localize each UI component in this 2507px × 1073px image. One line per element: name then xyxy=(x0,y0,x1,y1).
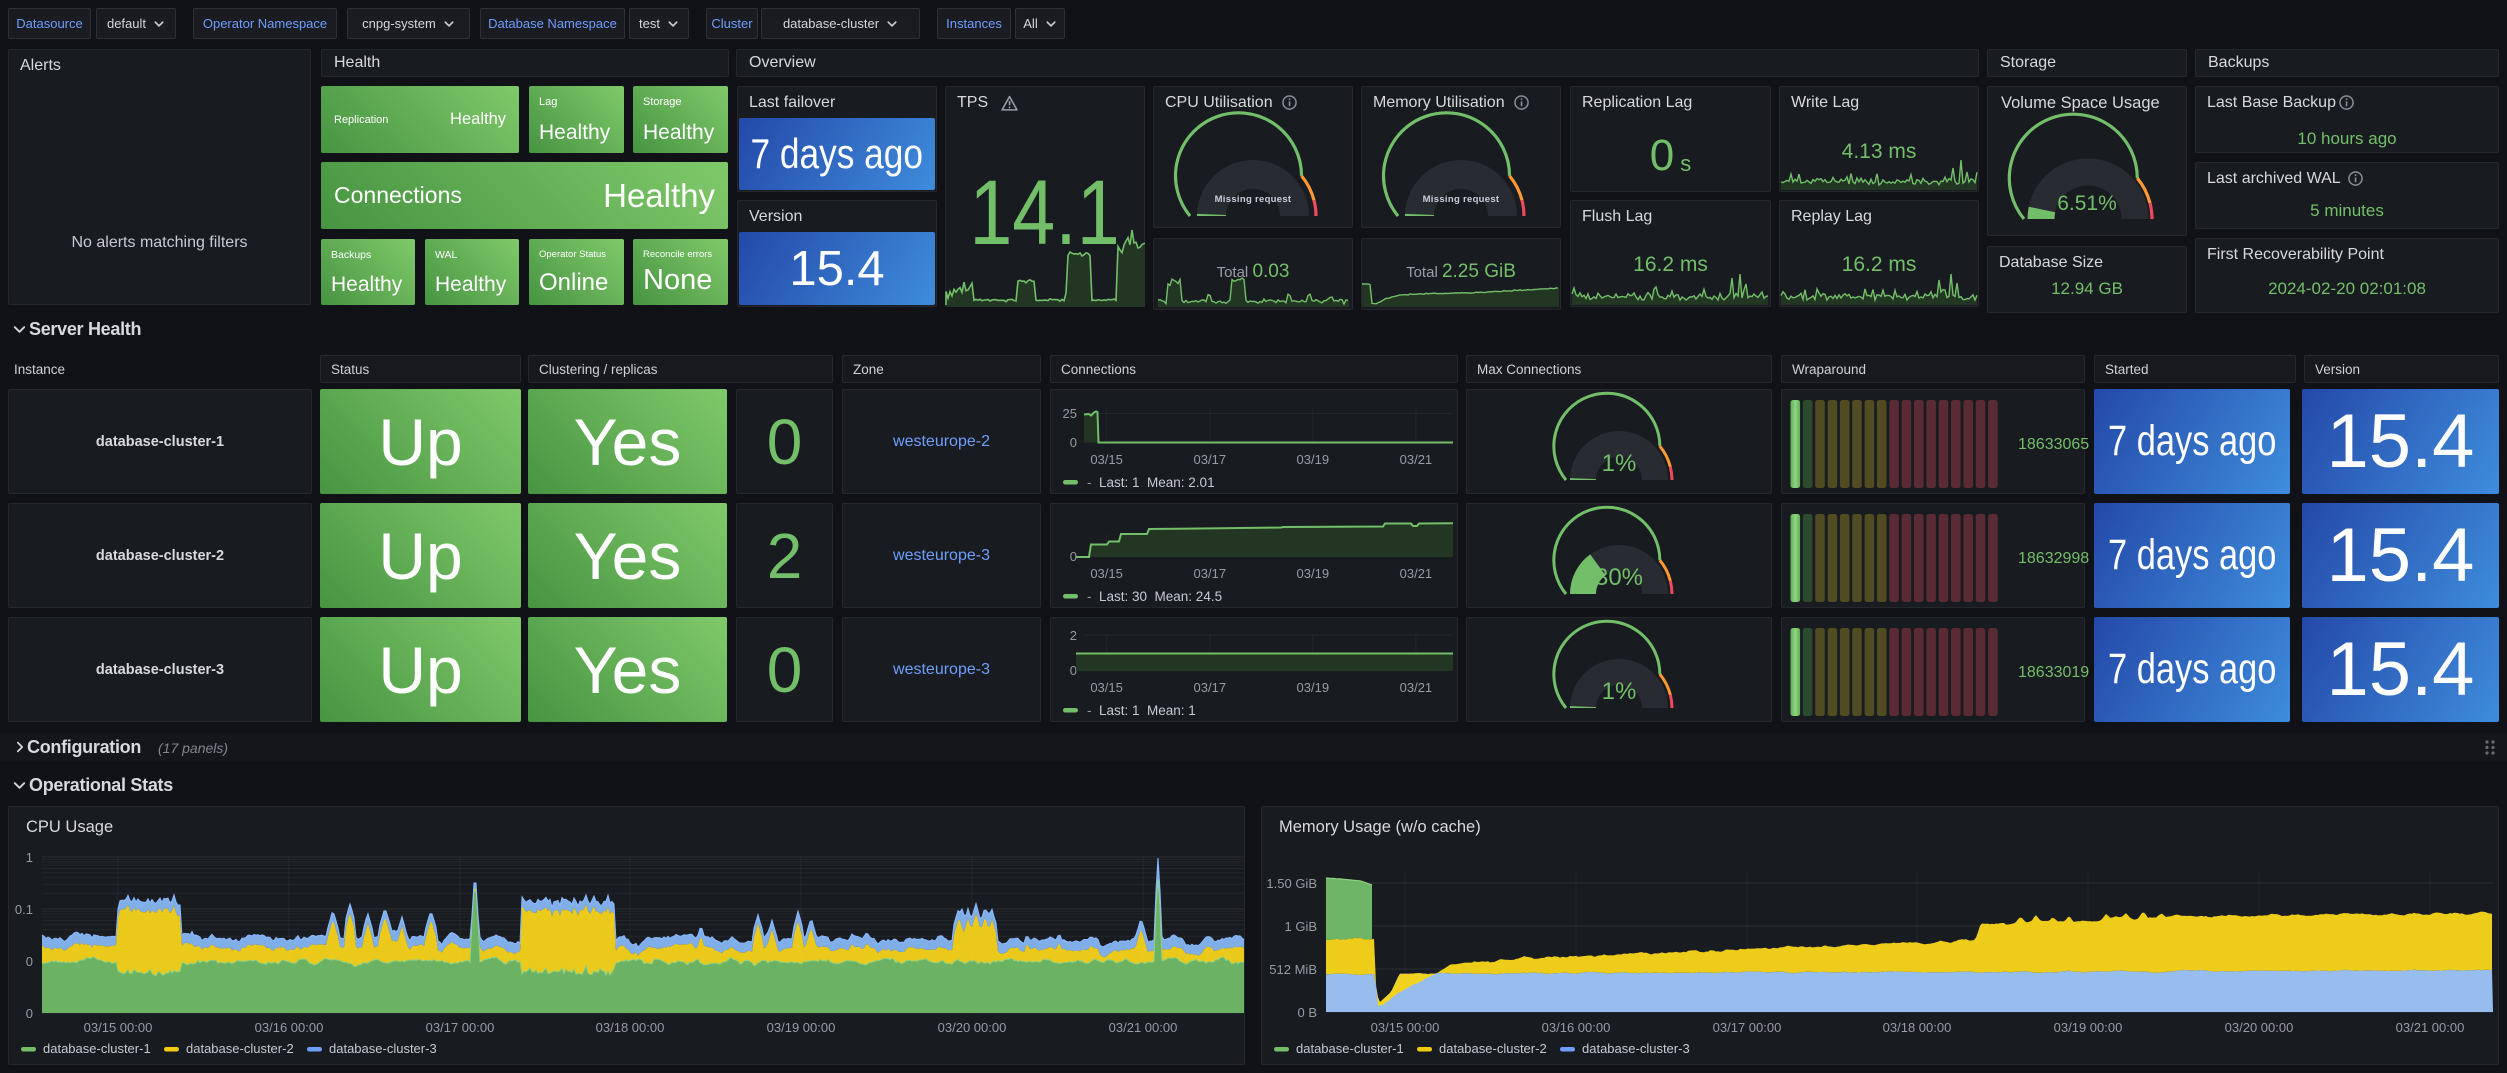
svg-text:0 B: 0 B xyxy=(1297,1005,1317,1020)
svg-text:03/19: 03/19 xyxy=(1297,566,1330,581)
svg-text:0: 0 xyxy=(1070,549,1077,564)
svg-text:-: - xyxy=(1087,589,1092,604)
svg-text:03/17: 03/17 xyxy=(1194,452,1227,467)
svg-text:0: 0 xyxy=(26,954,33,969)
svg-text:Last: 1 Mean: 2.01: Last: 1 Mean: 2.01 xyxy=(1099,475,1215,490)
svg-text:03/17: 03/17 xyxy=(1194,566,1227,581)
svg-text:03/15: 03/15 xyxy=(1090,452,1123,467)
svg-text:03/15 00:00: 03/15 00:00 xyxy=(1371,1020,1440,1035)
svg-text:03/21: 03/21 xyxy=(1400,452,1433,467)
svg-text:03/21 00:00: 03/21 00:00 xyxy=(1109,1020,1178,1035)
svg-text:03/15 00:00: 03/15 00:00 xyxy=(84,1020,153,1035)
svg-text:03/19: 03/19 xyxy=(1297,452,1330,467)
svg-text:1: 1 xyxy=(26,850,33,865)
svg-text:18633065: 18633065 xyxy=(2018,436,2089,453)
svg-text:03/21: 03/21 xyxy=(1400,680,1433,695)
svg-text:03/19 00:00: 03/19 00:00 xyxy=(2054,1020,2123,1035)
svg-text:25: 25 xyxy=(1063,406,1077,421)
svg-text:database-cluster-2: database-cluster-2 xyxy=(1439,1041,1547,1056)
svg-text:03/19 00:00: 03/19 00:00 xyxy=(767,1020,836,1035)
svg-text:03/17 00:00: 03/17 00:00 xyxy=(1713,1020,1782,1035)
svg-text:03/16 00:00: 03/16 00:00 xyxy=(1542,1020,1611,1035)
svg-text:0: 0 xyxy=(26,1006,33,1021)
svg-text:0.1: 0.1 xyxy=(15,902,33,917)
svg-text:0: 0 xyxy=(1070,663,1077,678)
svg-text:18632998: 18632998 xyxy=(2018,550,2089,567)
svg-text:-: - xyxy=(1087,475,1092,490)
svg-text:03/18 00:00: 03/18 00:00 xyxy=(1883,1020,1952,1035)
svg-text:03/17 00:00: 03/17 00:00 xyxy=(426,1020,495,1035)
svg-text:512 MiB: 512 MiB xyxy=(1269,962,1317,977)
svg-text:03/18 00:00: 03/18 00:00 xyxy=(596,1020,665,1035)
svg-text:03/16 00:00: 03/16 00:00 xyxy=(255,1020,324,1035)
svg-text:database-cluster-3: database-cluster-3 xyxy=(329,1041,437,1056)
svg-text:03/19: 03/19 xyxy=(1297,680,1330,695)
svg-text:0: 0 xyxy=(1070,435,1077,450)
svg-text:database-cluster-1: database-cluster-1 xyxy=(1296,1041,1404,1056)
svg-text:Last: 30 Mean: 24.5: Last: 30 Mean: 24.5 xyxy=(1099,589,1222,604)
svg-text:03/20 00:00: 03/20 00:00 xyxy=(2225,1020,2294,1035)
svg-text:1.50 GiB: 1.50 GiB xyxy=(1266,876,1317,891)
svg-text:03/15: 03/15 xyxy=(1090,566,1123,581)
svg-text:database-cluster-2: database-cluster-2 xyxy=(186,1041,294,1056)
svg-text:03/21 00:00: 03/21 00:00 xyxy=(2396,1020,2465,1035)
svg-text:03/20 00:00: 03/20 00:00 xyxy=(938,1020,1007,1035)
svg-text:-: - xyxy=(1087,703,1092,718)
svg-text:03/17: 03/17 xyxy=(1194,680,1227,695)
svg-text:Last: 1 Mean: 1: Last: 1 Mean: 1 xyxy=(1099,703,1196,718)
svg-text:03/21: 03/21 xyxy=(1400,566,1433,581)
svg-text:03/15: 03/15 xyxy=(1090,680,1123,695)
svg-text:database-cluster-1: database-cluster-1 xyxy=(43,1041,151,1056)
svg-text:database-cluster-3: database-cluster-3 xyxy=(1582,1041,1690,1056)
svg-text:2: 2 xyxy=(1070,628,1077,643)
svg-text:1 GiB: 1 GiB xyxy=(1284,919,1317,934)
svg-text:18633019: 18633019 xyxy=(2018,664,2089,681)
